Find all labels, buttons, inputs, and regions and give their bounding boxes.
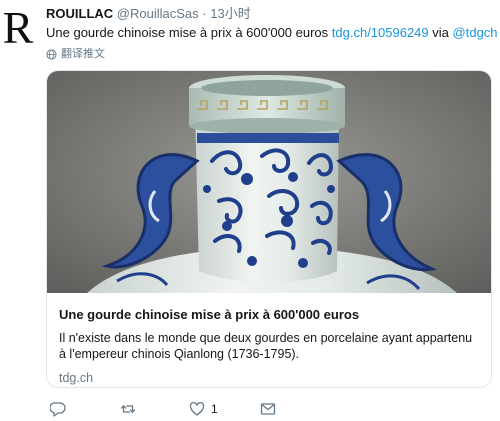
translate-tweet-button[interactable]: 翻译推文 bbox=[46, 47, 105, 61]
vase-image bbox=[47, 71, 491, 293]
card-domain: tdg.ch bbox=[59, 371, 94, 385]
like-button[interactable]: 1 bbox=[189, 401, 218, 417]
timestamp[interactable]: 13小时 bbox=[210, 6, 250, 21]
author-handle[interactable]: @RouillacSas bbox=[117, 6, 199, 21]
separator-dot: · bbox=[202, 6, 207, 21]
reply-button[interactable] bbox=[50, 401, 66, 417]
tweet-link[interactable]: tdg.ch/10596249 bbox=[332, 25, 429, 40]
translate-label: 翻译推文 bbox=[61, 48, 105, 60]
like-count: 1 bbox=[211, 402, 218, 416]
via-handle-link[interactable]: @tdgch bbox=[453, 25, 498, 40]
tweet-header: ROUILLAC @RouillacSas · 13小时 bbox=[46, 5, 496, 22]
author-name[interactable]: ROUILLAC bbox=[46, 6, 113, 21]
tweet-text: Une gourde chinoise mise à prix à 600'00… bbox=[46, 24, 498, 41]
direct-message-button[interactable] bbox=[260, 401, 276, 417]
reply-icon bbox=[50, 402, 66, 417]
card-body: Une gourde chinoise mise à prix à 600'00… bbox=[47, 293, 491, 386]
via-label: via bbox=[432, 25, 449, 40]
retweet-button[interactable] bbox=[120, 401, 136, 417]
heart-icon bbox=[189, 401, 205, 416]
card-title[interactable]: Une gourde chinoise mise à prix à 600'00… bbox=[59, 307, 481, 323]
link-card[interactable]: Une gourde chinoise mise à prix à 600'00… bbox=[46, 70, 492, 388]
avatar[interactable]: R bbox=[2, 5, 34, 51]
tweet-body: Une gourde chinoise mise à prix à 600'00… bbox=[46, 25, 329, 40]
message-icon bbox=[260, 403, 276, 415]
globe-icon bbox=[46, 48, 57, 60]
tweet-actions: 1 bbox=[46, 401, 346, 421]
card-description: Il n'existe dans le monde que deux gourd… bbox=[59, 331, 473, 361]
retweet-icon bbox=[120, 405, 136, 413]
